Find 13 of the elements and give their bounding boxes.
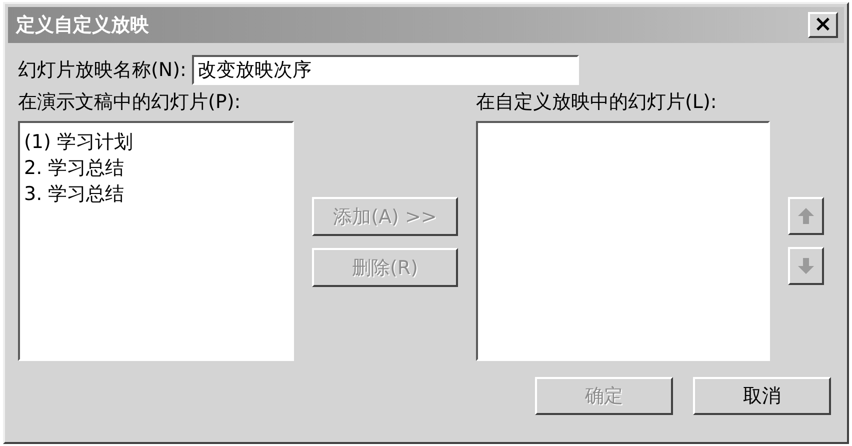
slide-list[interactable]: (1) 学习计划 2. 学习总结 3. 学习总结 <box>18 121 294 361</box>
list-label: 在自定义放映中的幻灯片(L): <box>476 90 718 115</box>
list-item[interactable]: 2. 学习总结 <box>24 155 288 181</box>
list-label: 在演示文稿中的幻灯片(P): <box>18 90 242 115</box>
up-arrow-icon <box>797 207 815 225</box>
name-input-field[interactable]: 改变放映次序 <box>192 55 580 85</box>
list-item[interactable]: 3. 学习总结 <box>24 181 288 207</box>
list-item[interactable]: (1) 学习计划 <box>24 129 288 155</box>
window-title: 定义自定义放映 <box>16 13 149 38</box>
down-arrow-icon <box>797 257 815 275</box>
dialog-button[interactable]: 取消 <box>693 377 831 415</box>
field-label: 幻灯片放映名称(N): <box>18 58 186 83</box>
close-button[interactable]: × <box>808 12 838 38</box>
